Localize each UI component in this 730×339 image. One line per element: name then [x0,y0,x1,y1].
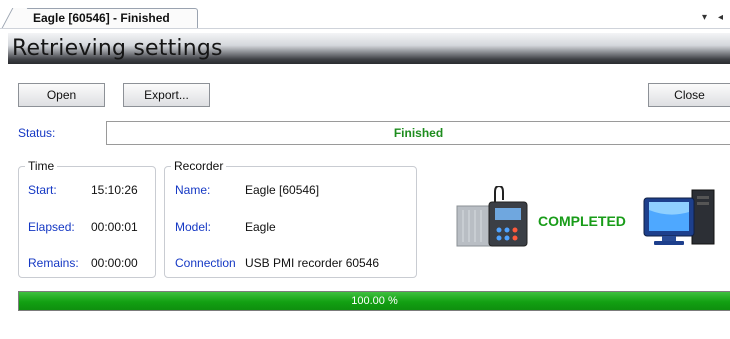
status-label: Status: [18,126,56,140]
progress-bar: 100.00 % [18,291,730,311]
tab-strip: Eagle [60546] - Finished ▾ ◂ [0,0,730,29]
open-button[interactable]: Open [18,83,105,107]
connection-label: Connection [175,256,236,270]
progress-text: 100.00 % [351,295,398,307]
elapsed-value: 00:00:01 [91,220,138,234]
name-label: Name: [175,183,211,197]
close-button[interactable]: Close [648,83,730,107]
status-field: Finished [106,121,730,145]
time-group: Time Start: 15:10:26 Elapsed: 00:00:01 R… [18,159,156,278]
tab-eagle[interactable]: Eagle [60546] - Finished [14,8,198,28]
start-value: 15:10:26 [91,183,138,197]
connection-value: USB PMI recorder 60546 [245,256,380,270]
export-button[interactable]: Export... [123,83,210,107]
remains-label: Remains: [28,256,79,270]
start-label: Start: [28,183,57,197]
title-banner: Retrieving settings [8,33,730,64]
time-group-title: Time [25,159,58,173]
status-value: Finished [393,126,444,140]
recorder-group-title: Recorder [171,159,227,173]
model-label: Model: [175,220,212,234]
name-value: Eagle [60546] [245,183,320,197]
tab-dropdown-icon[interactable]: ▾ [702,12,707,23]
tab-scroll-left-icon[interactable]: ◂ [718,12,723,23]
recorder-group: Recorder Name: Eagle [60546] Model: Eagl… [164,159,417,278]
remains-value: 00:00:00 [91,256,138,270]
tab-title: Eagle [60546] - Finished [33,11,170,25]
elapsed-label: Elapsed: [28,220,75,234]
recorder-device-icon [456,186,528,247]
completed-text: COMPLETED [538,213,626,229]
computer-icon [643,189,715,245]
page-title: Retrieving settings [12,36,223,61]
model-value: Eagle [245,220,276,234]
